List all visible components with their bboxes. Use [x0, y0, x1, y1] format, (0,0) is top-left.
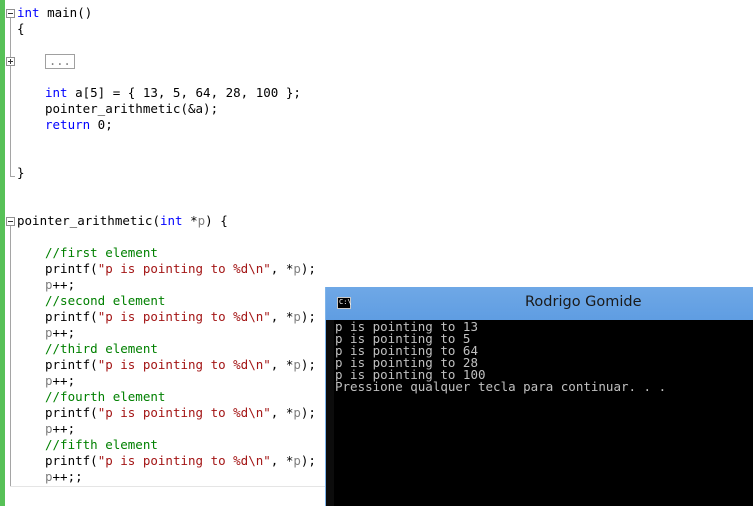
keyword-token: int	[45, 85, 68, 100]
code-line-open-brace[interactable]: {	[17, 21, 25, 37]
parameter-token: p	[293, 357, 301, 372]
code-text: );	[300, 309, 316, 324]
code-line-collapsed[interactable]: ...	[45, 53, 75, 69]
expand-region-icon[interactable]	[6, 57, 15, 66]
code-line-return[interactable]: return 0;	[45, 117, 113, 133]
code-text: ++;	[52, 373, 76, 388]
function-name: pointer_arithmetic(	[17, 213, 160, 228]
code-text: );	[300, 261, 316, 276]
code-line-function-signature[interactable]: pointer_arithmetic(int *p) {	[17, 213, 228, 229]
code-text: , *	[270, 309, 294, 324]
comment-token: //second element	[45, 293, 166, 308]
keyword-token: int	[17, 5, 40, 20]
comment-token: //first element	[45, 245, 158, 260]
code-line-printf[interactable]: printf("p is pointing to %d\n", *p);	[45, 309, 316, 325]
code-line-printf[interactable]: printf("p is pointing to %d\n", *p);	[45, 357, 316, 373]
code-text: printf(	[45, 309, 98, 324]
code-text: }	[17, 165, 25, 180]
code-text: , *	[270, 405, 294, 420]
comment-token: //fourth element	[45, 389, 166, 404]
code-line-printf[interactable]: printf("p is pointing to %d\n", *p);	[45, 453, 316, 469]
fold-guide-main	[10, 18, 11, 176]
code-line-comment[interactable]: //fourth element	[45, 389, 165, 405]
code-text: pointer_arithmetic(&a);	[45, 101, 219, 116]
code-line-comment[interactable]: //third element	[45, 341, 158, 357]
code-text: printf(	[45, 453, 98, 468]
code-text: *	[182, 213, 198, 228]
code-text: ++;;	[52, 469, 83, 484]
keyword-token: return	[45, 117, 91, 132]
parameter-token: p	[45, 373, 53, 388]
collapsed-region[interactable]: ...	[45, 54, 75, 69]
parameter-token: p	[293, 405, 301, 420]
collapse-main-icon[interactable]	[6, 9, 15, 18]
code-line-close-brace[interactable]: }	[17, 165, 25, 181]
string-token: "p is pointing to %d\n"	[97, 309, 271, 324]
code-line-main-signature[interactable]: int main()	[17, 5, 92, 21]
code-text: );	[300, 405, 316, 420]
code-text: ) {	[205, 213, 228, 228]
code-line-increment[interactable]: p++;	[45, 373, 75, 389]
code-line-increment[interactable]: p++;	[45, 277, 75, 293]
code-line-increment[interactable]: p++;	[45, 421, 75, 437]
comment-token: //fifth element	[45, 437, 158, 452]
code-text: a[5] = { 13, 5, 64, 28, 100 };	[67, 85, 301, 100]
collapse-function-icon[interactable]	[6, 217, 15, 226]
code-line-array-declaration[interactable]: int a[5] = { 13, 5, 64, 28, 100 };	[45, 85, 301, 101]
code-text: );	[300, 453, 316, 468]
code-line-increment[interactable]: p++;	[45, 325, 75, 341]
code-line-comment[interactable]: //second element	[45, 293, 165, 309]
code-text: printf(	[45, 357, 98, 372]
code-line-function-call[interactable]: pointer_arithmetic(&a);	[45, 101, 218, 117]
code-text: );	[300, 357, 316, 372]
editor-bottom-edge	[10, 486, 325, 507]
fold-guide-function	[10, 226, 11, 506]
string-token: "p is pointing to %d\n"	[97, 453, 271, 468]
code-text: 0;	[90, 117, 113, 132]
parameter-token: p	[45, 277, 53, 292]
code-line-increment[interactable]: p++;;	[45, 469, 83, 485]
parameter-token: p	[293, 453, 301, 468]
code-line-comment[interactable]: //fifth element	[45, 437, 158, 453]
code-text: printf(	[45, 261, 98, 276]
code-line-comment[interactable]: //first element	[45, 245, 158, 261]
code-text: , *	[270, 357, 294, 372]
code-text: ++;	[52, 421, 76, 436]
code-text: ++;	[52, 325, 76, 340]
keyword-token: int	[160, 213, 183, 228]
code-text: main()	[39, 5, 93, 20]
code-text: ++;	[52, 277, 76, 292]
code-text: {	[17, 21, 25, 36]
parameter-token: p	[45, 421, 53, 436]
fold-guide-main-end	[10, 176, 15, 177]
console-border	[325, 287, 753, 506]
code-text: , *	[270, 261, 294, 276]
code-line-printf[interactable]: printf("p is pointing to %d\n", *p);	[45, 261, 316, 277]
parameter-token: p	[45, 469, 53, 484]
string-token: "p is pointing to %d\n"	[97, 261, 271, 276]
string-token: "p is pointing to %d\n"	[97, 405, 271, 420]
parameter-token: p	[293, 309, 301, 324]
parameter-token: p	[45, 325, 53, 340]
code-text: , *	[270, 453, 294, 468]
code-text: printf(	[45, 405, 98, 420]
comment-token: //third element	[45, 341, 158, 356]
string-token: "p is pointing to %d\n"	[97, 357, 271, 372]
parameter-token: p	[293, 261, 301, 276]
code-line-printf[interactable]: printf("p is pointing to %d\n", *p);	[45, 405, 316, 421]
console-window[interactable]: C:\ Rodrigo Gomide p is pointing to 13 p…	[325, 287, 753, 506]
